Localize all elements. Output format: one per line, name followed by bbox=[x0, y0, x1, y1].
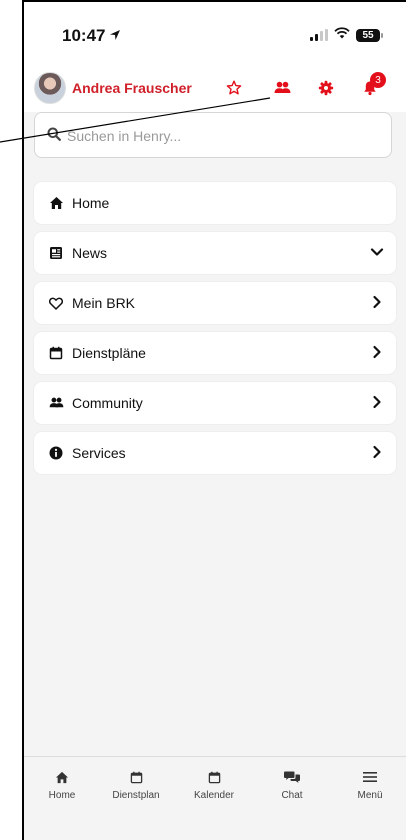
status-bar: 10:47 55 bbox=[24, 2, 406, 66]
calendar-icon bbox=[176, 767, 252, 787]
main-menu: Home News Mein BRK Dienstpläne Community… bbox=[34, 182, 396, 482]
location-arrow-icon bbox=[109, 29, 121, 44]
tab-menu[interactable]: Menü bbox=[332, 767, 406, 801]
chat-bubbles-icon bbox=[254, 767, 330, 787]
house-icon bbox=[24, 767, 100, 787]
tab-label: Chat bbox=[281, 790, 303, 801]
bottom-tab-bar: Home Dienstplan Kalender Chat Menü bbox=[24, 756, 406, 840]
chevron-right-icon[interactable] bbox=[370, 345, 384, 364]
calendar-icon bbox=[98, 767, 174, 787]
users-icon[interactable] bbox=[270, 76, 294, 100]
newspaper-icon bbox=[46, 246, 66, 260]
chevron-down-icon[interactable] bbox=[370, 245, 384, 264]
battery-icon: 55 bbox=[356, 28, 383, 42]
tab-label: Dienstplan bbox=[112, 790, 160, 801]
menu-item-label: Services bbox=[72, 445, 126, 461]
tab-dienstplan[interactable]: Dienstplan bbox=[98, 767, 174, 801]
menu-item-community[interactable]: Community bbox=[34, 382, 396, 424]
chevron-right-icon[interactable] bbox=[370, 295, 384, 314]
gear-icon[interactable] bbox=[314, 76, 338, 100]
menu-item-label: Community bbox=[72, 395, 143, 411]
house-icon bbox=[46, 196, 66, 210]
status-time-text: 10:47 bbox=[62, 26, 106, 45]
menu-item-dienstplaene[interactable]: Dienstpläne bbox=[34, 332, 396, 374]
heart-icon bbox=[46, 297, 66, 310]
hamburger-icon bbox=[332, 767, 406, 787]
chevron-right-icon[interactable] bbox=[370, 395, 384, 414]
menu-item-label: Mein BRK bbox=[72, 295, 136, 311]
avatar[interactable] bbox=[34, 72, 66, 104]
search-icon bbox=[47, 127, 61, 146]
tab-label: Menü bbox=[357, 790, 383, 801]
menu-item-mein-brk[interactable]: Mein BRK bbox=[34, 282, 396, 324]
tab-home[interactable]: Home bbox=[24, 767, 100, 801]
tab-label: Kalender bbox=[193, 790, 235, 801]
status-time: 10:47 bbox=[62, 26, 121, 46]
star-icon[interactable] bbox=[222, 76, 246, 100]
signal-icon bbox=[310, 29, 328, 41]
search-bar[interactable] bbox=[34, 112, 392, 158]
phone-screen: 10:47 55 Andrea Frauscher 3 Suchen in He… bbox=[22, 0, 406, 840]
menu-item-label: Home bbox=[72, 195, 110, 211]
calendar-icon bbox=[46, 346, 66, 360]
menu-item-news[interactable]: News bbox=[34, 232, 396, 274]
battery-level: 55 bbox=[362, 29, 374, 41]
tab-chat[interactable]: Chat bbox=[254, 767, 330, 801]
info-icon bbox=[46, 446, 66, 460]
tab-kalender[interactable]: Kalender bbox=[176, 767, 252, 801]
user-name[interactable]: Andrea Frauscher bbox=[72, 80, 192, 96]
menu-item-home[interactable]: Home bbox=[34, 182, 396, 224]
menu-item-label: News bbox=[72, 245, 108, 261]
wifi-icon bbox=[334, 26, 350, 44]
app-header: Andrea Frauscher 3 bbox=[24, 66, 406, 112]
bell-icon[interactable]: 3 bbox=[358, 72, 386, 100]
users-icon bbox=[46, 397, 66, 409]
tab-label: Home bbox=[48, 790, 76, 801]
notification-badge: 3 bbox=[370, 72, 386, 88]
menu-item-label: Dienstpläne bbox=[72, 345, 146, 361]
system-icons: 55 bbox=[310, 26, 383, 44]
search-input[interactable] bbox=[65, 123, 369, 149]
menu-item-services[interactable]: Services bbox=[34, 432, 396, 474]
chevron-right-icon[interactable] bbox=[370, 445, 384, 464]
